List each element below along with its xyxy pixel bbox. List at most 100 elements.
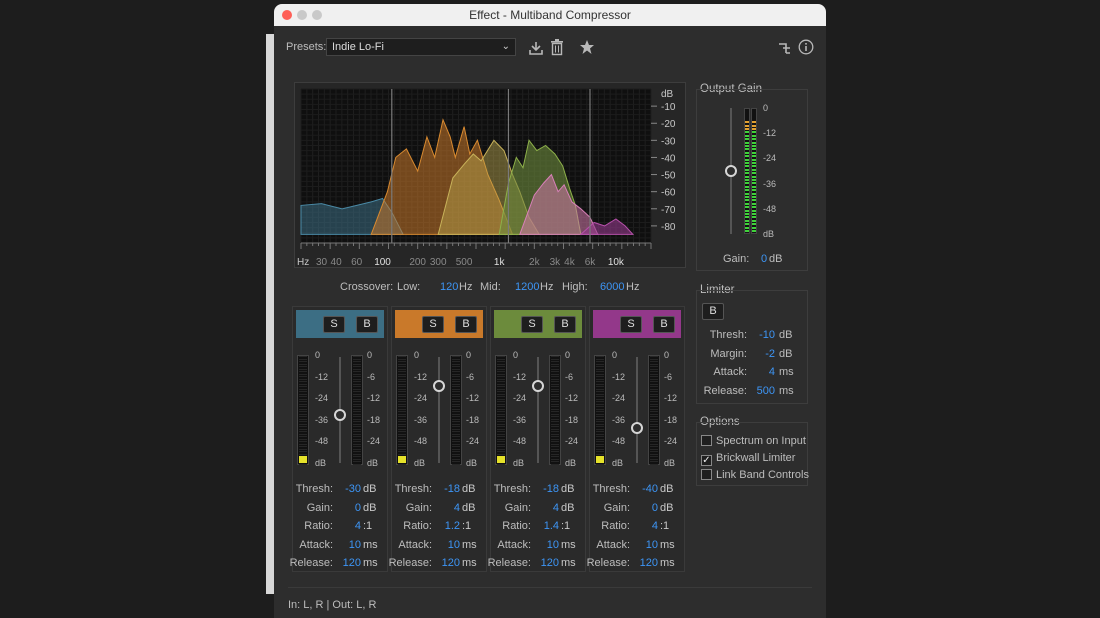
spectrum-hz-tick: 6k: [585, 257, 597, 268]
crossover-mid-value[interactable]: 1200: [515, 281, 539, 293]
option-label: Link Band Controls: [716, 469, 809, 481]
band-param-unit: ms: [462, 557, 477, 569]
spectrum-hz-tick: 2k: [529, 257, 541, 268]
band-param-value[interactable]: 1.4: [544, 520, 559, 532]
band-threshold-fader-track[interactable]: [438, 357, 440, 463]
band-meter-tick: -24: [414, 393, 428, 404]
band-solo-button[interactable]: S: [323, 316, 345, 333]
band-meter-tick: -48: [612, 436, 626, 447]
band-param-value[interactable]: 10: [448, 539, 460, 551]
band-meter-tick: -36: [612, 414, 626, 425]
band-bypass-button[interactable]: B: [653, 316, 675, 333]
band-param-value[interactable]: -30: [345, 483, 361, 495]
band-header: SB: [395, 310, 483, 338]
band-param-unit: dB: [462, 501, 476, 514]
band-param-row: Attack: 10 ms: [392, 539, 488, 553]
band-param-unit: dB: [561, 483, 575, 495]
band-gr-tick: -12: [466, 393, 480, 404]
output-meter-tick: -24: [763, 153, 777, 164]
option-2[interactable]: Link Band Controls: [701, 469, 809, 481]
band-solo-button[interactable]: S: [620, 316, 642, 333]
limiter-param-value[interactable]: -2: [765, 348, 775, 360]
routing-icon[interactable]: [778, 41, 792, 55]
limiter-bypass-button[interactable]: B: [702, 303, 724, 320]
crossover-low-value[interactable]: 120: [440, 281, 458, 293]
band-bypass-button[interactable]: B: [356, 316, 378, 333]
band-solo-button[interactable]: S: [422, 316, 444, 333]
band-param-value[interactable]: 120: [640, 557, 658, 569]
band-gr-tick: -12: [565, 393, 579, 404]
band-param-label: Ratio:: [601, 520, 630, 532]
info-icon[interactable]: [798, 39, 814, 55]
dropdown-chevron-icon: ⌄: [501, 41, 510, 52]
option-label: Spectrum on Input: [716, 435, 806, 447]
band-param-value[interactable]: 1.2: [445, 520, 460, 532]
delete-preset-icon[interactable]: [550, 39, 564, 56]
band-threshold-fader-track[interactable]: [537, 357, 539, 463]
option-0[interactable]: Spectrum on Input: [701, 435, 806, 447]
band-gr-tick: -18: [664, 414, 678, 425]
option-1[interactable]: ✓ Brickwall Limiter: [701, 452, 795, 466]
band-param-row: Ratio: 1.4:1: [491, 520, 587, 534]
band-param-unit: ms: [561, 557, 576, 569]
band-param-value[interactable]: -40: [642, 483, 658, 495]
band-param-label: Thresh:: [493, 483, 531, 495]
limiter-param-value[interactable]: 4: [769, 366, 775, 378]
band-gr-tick: -6: [664, 371, 673, 382]
crossover-high-value[interactable]: 6000: [600, 281, 624, 293]
band-param-value[interactable]: 0: [652, 502, 658, 514]
band-gr-tick: dB: [466, 458, 478, 468]
limiter-param-value[interactable]: -10: [759, 329, 775, 341]
spectrum-db-label: dB: [661, 89, 674, 100]
band-meter-tick: -48: [315, 436, 329, 447]
limiter-param-value[interactable]: 500: [757, 385, 775, 397]
option-checkbox[interactable]: [701, 435, 712, 446]
band-param-value[interactable]: 10: [646, 539, 658, 551]
band-param-value[interactable]: 120: [541, 557, 559, 569]
band-meter-tick: -48: [513, 436, 527, 447]
band-param-value[interactable]: 4: [652, 520, 658, 532]
band-param-value[interactable]: 10: [547, 539, 559, 551]
spectrum-hz-tick: 500: [456, 257, 473, 268]
output-gain-unit: dB: [769, 253, 783, 265]
spectrum-hz-tick: 3k: [550, 257, 562, 268]
band-param-value[interactable]: 10: [349, 539, 361, 551]
band-meter-tick: 0: [315, 350, 321, 360]
title-bar[interactable]: Effect - Multiband Compressor: [274, 4, 826, 26]
band-param-value[interactable]: 4: [454, 502, 460, 514]
output-gain-fader-knob[interactable]: [725, 165, 737, 177]
band-param-value[interactable]: -18: [543, 483, 559, 495]
band-param-value[interactable]: -18: [444, 483, 460, 495]
save-preset-icon[interactable]: [528, 40, 544, 56]
band-param-label: Release:: [289, 557, 333, 569]
spectrum-hz-tick: 30: [316, 257, 328, 268]
spectrum-display[interactable]: dB -10 -20 -30 -40 -50 -60 -70 -80 Hz 30 40 60 100 200…: [295, 83, 687, 269]
favorite-star-icon[interactable]: [579, 39, 595, 55]
band-threshold-fader-knob[interactable]: [433, 379, 445, 392]
option-checkbox[interactable]: [701, 469, 712, 480]
band-solo-button[interactable]: S: [521, 316, 543, 333]
presets-dropdown[interactable]: Indie Lo-Fi ⌄: [326, 38, 516, 56]
band-param-value[interactable]: 4: [355, 520, 361, 532]
output-meter-tick: -12: [763, 128, 777, 139]
option-checkbox[interactable]: ✓: [701, 455, 712, 466]
band-threshold-fader-knob[interactable]: [631, 422, 643, 435]
band-threshold-fader-track[interactable]: [636, 357, 638, 463]
band-param-row: Thresh: -18 dB: [392, 483, 488, 497]
output-gain-value[interactable]: 0: [761, 253, 767, 265]
band-param-value[interactable]: 0: [355, 502, 361, 514]
band-bypass-button[interactable]: B: [554, 316, 576, 333]
spectrum-hz-tick: 300: [430, 257, 447, 268]
band-input-meter: [495, 355, 507, 465]
band-param-label: Thresh:: [394, 483, 432, 495]
band-param-unit: dB: [660, 501, 674, 514]
band-param-value[interactable]: 120: [343, 557, 361, 569]
band-param-value[interactable]: 120: [442, 557, 460, 569]
band-threshold-fader-knob[interactable]: [532, 379, 544, 392]
band-param-value[interactable]: 4: [553, 502, 559, 514]
footer-divider: [288, 587, 812, 588]
band-param-row: Release: 120 ms: [289, 557, 389, 571]
limiter-panel: B Thresh: -10 dB Margin: -2 dB Attack: 4 ms Relea…: [696, 290, 808, 404]
band-threshold-fader-knob[interactable]: [334, 409, 346, 422]
band-bypass-button[interactable]: B: [455, 316, 477, 333]
